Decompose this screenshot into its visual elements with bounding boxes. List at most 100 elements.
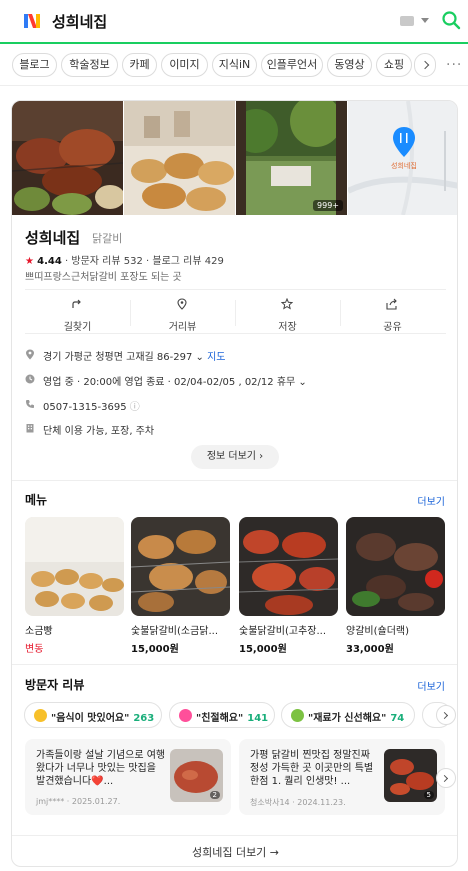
menu-item-name: 소금빵 xyxy=(25,626,53,637)
menu-item[interactable]: 숯불닭갈비(고추장... 15,000원 xyxy=(239,517,338,655)
rating-star-icon: ★ xyxy=(25,256,34,267)
leaf-emoji-icon xyxy=(291,709,304,722)
keyboard-icon[interactable] xyxy=(400,16,414,26)
place-description: 쁘띠프랑스근처닭갈비 포장도 되는 곳 xyxy=(25,272,182,283)
review-keyword-chip[interactable]: "음식이 맛있어요" 263 xyxy=(24,702,162,728)
tab-blog[interactable]: 블로그 xyxy=(12,53,57,77)
review-text: 가평 닭갈비 찐맛집 정말진짜 정성 가득한 곳 이곳만의 특별한점 1. 퀄리… xyxy=(250,750,374,787)
chip-count: 263 xyxy=(133,713,155,724)
section-divider xyxy=(12,664,457,665)
review-keyword-chip[interactable]: "친절해요" 141 xyxy=(169,702,275,728)
chips-next-button[interactable] xyxy=(436,705,456,725)
map-thumbnail[interactable]: 성희네집 xyxy=(348,101,457,215)
menu-section-title: 메뉴 xyxy=(25,493,48,507)
menu-item[interactable]: 소금빵 변동 xyxy=(25,517,124,655)
photo-count-badge: 999+ xyxy=(313,200,343,211)
rating-value: 4.44 xyxy=(37,256,62,267)
photo-croissants[interactable] xyxy=(124,101,235,215)
menu-item-image xyxy=(239,517,338,616)
photo-grilled-chicken[interactable] xyxy=(12,101,123,215)
review-date: · 2024.11.23. xyxy=(292,798,346,807)
amenities-text: 단체 이용 가능, 포장, 주차 xyxy=(43,426,155,437)
menu-item[interactable]: 양갈비(숄더랙) 33,000원 xyxy=(346,517,445,655)
review-photo-count: 5 xyxy=(423,791,434,799)
save-label: 저장 xyxy=(278,322,297,333)
review-card[interactable]: 가족들이랑 설날 기념으로 여행 왔다가 너무나 맛있는 맛집을 발견했습니다❤… xyxy=(25,739,231,815)
menu-item-price: 변동 xyxy=(25,644,44,655)
menu-item[interactable]: 숯불닭갈비(소금닭... 15,000원 xyxy=(131,517,230,655)
review-meta: 청소박사14 · 2024.11.23. xyxy=(250,797,346,808)
share-button[interactable]: 공유 xyxy=(340,290,445,335)
directions-button[interactable]: 길찾기 xyxy=(25,290,130,335)
tab-images[interactable]: 이미지 xyxy=(161,53,208,77)
phone-number[interactable]: 0507-1315-3695 xyxy=(43,402,127,413)
photo-garden[interactable]: 999+ xyxy=(236,101,347,215)
menu-item-price: 15,000원 xyxy=(131,644,179,655)
review-meta: jmj**** · 2025.01.27. xyxy=(36,797,120,806)
search-query[interactable]: 성희네집 xyxy=(52,11,107,32)
directions-icon xyxy=(72,299,81,308)
rating-row: ★ 4.44 · 방문자 리뷰 532 · 블로그 리뷰 429 xyxy=(25,256,224,267)
street-view-button[interactable]: 거리뷰 xyxy=(130,290,235,335)
location-pin-icon xyxy=(26,349,34,360)
chevron-down-icon[interactable] xyxy=(421,18,429,23)
review-text: 가족들이랑 설날 기념으로 여행 왔다가 너무나 맛있는 맛집을 발견했습니다❤… xyxy=(36,750,166,787)
place-card: 999+ 성희네집 성희네집 닭갈비 ★ 4.44 · 방문자 리뷰 532 ·… xyxy=(11,100,458,867)
menu-item-image xyxy=(131,517,230,616)
more-dots-icon[interactable]: ··· xyxy=(446,58,462,72)
menu-more-link[interactable]: 더보기 xyxy=(417,493,445,508)
reviews-more-link[interactable]: 더보기 xyxy=(417,678,445,693)
blog-review-count[interactable]: 블로그 리뷰 429 xyxy=(152,256,223,267)
chevron-right-icon xyxy=(440,774,449,783)
menu-item-name: 숯불닭갈비(소금닭... xyxy=(131,626,219,637)
chevron-right-icon: › xyxy=(256,451,264,462)
more-info-label: 정보 더보기 xyxy=(206,451,256,462)
heart-emoji-icon xyxy=(179,709,192,722)
review-thumbnail: 2 xyxy=(170,749,223,802)
map-place-label: 성희네집 xyxy=(391,162,417,170)
street-view-icon xyxy=(177,298,187,310)
address-text[interactable]: 경기 가평군 청평면 고재길 86-297 xyxy=(43,352,192,363)
review-author: jmj**** xyxy=(36,797,65,806)
tab-cafe[interactable]: 카페 xyxy=(122,53,157,77)
review-date: · 2025.01.27. xyxy=(66,797,121,806)
tab-kin[interactable]: 지식iN xyxy=(212,53,257,77)
save-button[interactable]: 저장 xyxy=(235,290,340,335)
info-circle-icon[interactable]: ⓘ xyxy=(130,402,140,413)
menu-item-price: 15,000원 xyxy=(239,644,287,655)
place-name[interactable]: 성희네집 xyxy=(25,227,80,248)
search-icon[interactable] xyxy=(441,10,461,30)
tab-influencer[interactable]: 인플루언서 xyxy=(261,53,323,77)
star-icon xyxy=(281,298,293,310)
directions-label: 길찾기 xyxy=(63,322,92,333)
chevron-right-icon xyxy=(440,711,449,720)
review-keyword-chip[interactable]: "재료가 신선해요" 74 xyxy=(281,702,415,728)
chip-text: "친절해요" xyxy=(196,713,244,724)
place-more-link[interactable]: 성희네집 더보기 → xyxy=(12,835,457,866)
search-header: 성희네집 xyxy=(0,0,468,44)
visitor-review-count[interactable]: 방문자 리뷰 532 xyxy=(71,256,142,267)
chip-count: 74 xyxy=(390,713,405,724)
more-info-button[interactable]: 정보 더보기 › xyxy=(191,445,279,469)
review-photo-count: 2 xyxy=(209,791,220,799)
map-link[interactable]: 지도 xyxy=(207,352,225,363)
menu-item-price: 33,000원 xyxy=(346,644,394,655)
review-thumbnail: 5 xyxy=(384,749,437,802)
share-label: 공유 xyxy=(383,322,402,333)
chip-text: "음식이 맛있어요" xyxy=(51,713,130,724)
naver-logo-icon[interactable] xyxy=(22,11,42,31)
chip-text: "재료가 신선해요" xyxy=(308,713,387,724)
tab-video[interactable]: 동영상 xyxy=(327,53,372,77)
chevron-down-icon[interactable]: ⌄ xyxy=(298,377,306,388)
hours-text[interactable]: · 20:00에 영업 종료 · 02/04-02/05 , 02/12 휴무 xyxy=(77,377,295,388)
tab-academic[interactable]: 학술정보 xyxy=(61,53,118,77)
place-category: 닭갈비 xyxy=(92,232,123,245)
tab-shopping[interactable]: 쇼핑 xyxy=(376,53,412,77)
open-status: 영업 중 xyxy=(43,377,74,388)
building-icon xyxy=(26,424,34,433)
reviews-next-button[interactable] xyxy=(436,768,456,788)
review-card[interactable]: 가평 닭갈비 찐맛집 정말진짜 정성 가득한 곳 이곳만의 특별한점 1. 퀄리… xyxy=(239,739,445,815)
map-pin-icon xyxy=(393,127,415,157)
chevron-down-icon[interactable]: ⌄ xyxy=(196,352,208,363)
tabs-next-button[interactable] xyxy=(414,53,436,77)
